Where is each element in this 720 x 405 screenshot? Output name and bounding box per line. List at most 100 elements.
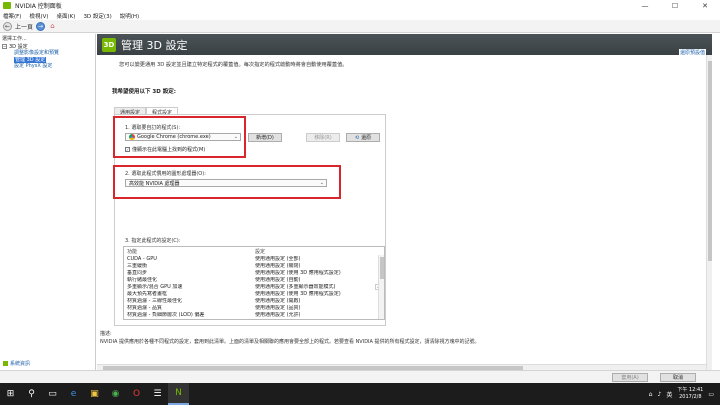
feature-setting: 使用通用設定 (允許) [255,312,301,318]
window-controls: — ☐ ✕ [630,0,720,11]
feature-name: 最大預先寫者畫框 [127,291,168,297]
task-panel: 選擇工作... − 3D 設定 調整影像設定和預覽 管理 3D 設定 設定 Ph… [0,34,96,370]
clock-date: 2017/2/8 [679,394,702,400]
window-title: NVIDIA 控制面板 [15,3,62,10]
clock[interactable]: 下午 12:41 2017/2/8 [677,387,703,401]
forward-icon[interactable]: → [36,21,46,31]
main-vertical-scrollbar[interactable] [706,55,712,370]
close-button[interactable]: ✕ [690,0,720,11]
toolbar: ← 上一頁 → ⌂ [0,20,720,33]
app-icon[interactable]: ☰ [147,383,168,405]
feature-name: 執行緒最佳化 [127,277,158,283]
restore-button-label: 還原 [361,135,372,141]
apply-button[interactable]: 套用(A) [612,373,648,382]
tree-root-3d-settings[interactable]: − 3D 設定 [2,43,95,50]
table-row[interactable]: 垂直同步 使用通用設定 (使用 3D 應用程式設定) [124,270,384,277]
nvidia-taskbar-icon[interactable]: N [168,383,189,405]
task-tree: − 3D 設定 調整影像設定和預覽 管理 3D 設定 設定 PhysX 設定 [0,43,95,70]
description-text: NVIDIA 提供應用於各種不同程式的設定，套用到此清單。上面的清單及相關聯的應… [100,339,480,345]
back-button-label[interactable]: 上一頁 [15,22,33,31]
feature-rows: CUDA - GPU 使用通用設定 (全部) 三重緩衝 使用通用設定 (關閉) 垂直同步… [124,256,384,319]
task-panel-header: 選擇工作... [2,36,27,42]
system-info-link[interactable]: 系統資訊 [3,360,30,367]
maximize-button[interactable]: ☐ [660,0,690,11]
column-setting: 設定 [255,249,266,255]
back-icon[interactable]: ← [3,21,12,31]
feature-setting: 使用通用設定 (多重顯示器效能模式) [255,284,336,290]
feature-setting: 使用通用設定 (品質) [255,305,301,311]
menu-help[interactable]: 說明(H) [120,12,139,20]
taskbar: ⊞ ⚲ ▭ e ▣ ◉ O ☰ N ⌂ ♪ 英 下午 12:41 2017/2/… [0,383,720,405]
action-bar: 套用(A) 取消 [0,370,720,383]
table-row[interactable]: CUDA - GPU 使用通用設定 (全部) [124,256,384,263]
restore-program-button[interactable]: ⟲ 還原 [346,133,380,142]
clock-time: 下午 12:41 [677,387,704,393]
feature-settings-list: 功能 設定 CUDA - GPU 使用通用設定 (全部) 三重緩衝 使用通用設定 (關… [123,246,385,320]
network-icon[interactable]: ⌂ [649,391,653,398]
menu-3d-settings[interactable]: 3D 設定(3) [83,12,111,20]
feature-list-scrollbar[interactable] [378,255,384,319]
tree-item-label: 管理 3D 設定 [14,56,47,63]
page-banner: 3D 管理 3D 設定 [97,34,712,55]
menu-file[interactable]: 檔案(F) [3,12,21,20]
system-info-label: 系統資訊 [10,361,31,367]
restore-defaults-link[interactable]: 還原預設值 [678,49,706,56]
feature-setting: 使用通用設定 (關閉) [255,263,301,269]
search-icon[interactable]: ⚲ [21,383,42,405]
add-program-button[interactable]: 新增(D) [248,133,282,142]
input-language[interactable]: 英 [666,390,672,399]
table-row[interactable]: 材質過濾 - 三線性最佳化 使用通用設定 (開啟) [124,298,384,305]
menu-bar: 檔案(F) 檢視(V) 桌面(K) 3D 設定(3) 說明(H) [0,11,720,20]
feature-setting: 使用通用設定 (使用 3D 應用程式設定) [255,270,341,276]
system-info-icon [3,361,8,366]
notification-icon[interactable]: ▭ [708,391,714,398]
feature-setting: 使用通用設定 (開啟) [255,298,301,304]
file-explorer-icon[interactable]: ▣ [84,383,105,405]
nvidia-3d-icon: 3D [102,37,116,52]
scrollbar-thumb[interactable] [708,61,712,261]
volume-icon[interactable]: ♪ [657,391,661,398]
home-icon[interactable]: ⌂ [48,22,57,31]
table-row[interactable]: 三重緩衝 使用通用設定 (關閉) [124,263,384,270]
highlight-gpu-select [113,165,341,199]
cancel-button[interactable]: 取消 [660,373,696,382]
feature-setting: 使用通用設定 (自動) [255,277,301,283]
opera-icon[interactable]: O [126,383,147,405]
table-row[interactable]: 最大預先寫者畫框 使用通用設定 (使用 3D 應用程式設定) [124,291,384,298]
collapse-icon[interactable]: − [2,44,7,49]
edge-icon[interactable]: e [63,383,84,405]
tree-root-label: 3D 設定 [9,44,28,50]
tree-item-label: 設定 PhysX 設定 [14,63,53,69]
task-view-icon[interactable]: ▭ [42,383,63,405]
remove-program-button[interactable]: 移除(R) [306,133,340,142]
system-tray: ⌂ ♪ 英 下午 12:41 2017/2/8 ▭ [649,383,720,405]
feature-name: 材質過濾 - 品質 [127,305,162,311]
table-row[interactable]: 執行緒最佳化 使用通用設定 (自動) [124,277,384,284]
column-feature: 功能 [127,249,138,255]
nvidia-app-icon [3,2,11,9]
page-description: 您可以變更通用 3D 設定並且建立特定程式的覆蓋值。每次指定的程式啟動時將會自動… [119,62,348,68]
highlight-program-select [113,116,246,158]
feature-name: CUDA - GPU [127,256,157,262]
restore-icon: ⟲ [354,134,360,141]
main-panel: 3D 管理 3D 設定 還原預設值 您可以變更通用 3D 設定並且建立特定程式的… [97,34,712,370]
feature-name: 多重顯示/混合 GPU 加速 [127,284,183,290]
start-icon[interactable]: ⊞ [0,383,21,405]
table-row[interactable]: 材質過濾 - 負細節層次 (LOD) 偏差 使用通用設定 (允許) [124,312,384,319]
feature-name: 材質過濾 - 負細節層次 (LOD) 偏差 [127,312,205,318]
tree-item-label: 調整影像設定和預覽 [14,50,60,56]
feature-name: 材質過濾 - 三線性最佳化 [127,298,182,304]
chrome-taskbar-icon[interactable]: ◉ [105,383,126,405]
title-bar: NVIDIA 控制面板 — ☐ ✕ [0,0,720,11]
section-label: 我希望使用以下 3D 設定: [112,89,176,95]
tree-item-physx[interactable]: 設定 PhysX 設定 [2,63,95,70]
table-row[interactable]: 材質過濾 - 品質 使用通用設定 (品質) [124,305,384,312]
table-row[interactable]: 多重顯示/混合 GPU 加速使用通用設定 (多重顯示器效能模式)⌄ [124,284,384,291]
menu-view[interactable]: 檢視(V) [29,12,48,20]
page-title: 管理 3D 設定 [121,38,188,52]
minimize-button[interactable]: — [630,0,660,11]
menu-desktop[interactable]: 桌面(K) [57,12,76,20]
description-title: 描述: [100,331,112,337]
scrollbar-thumb[interactable] [380,257,384,279]
feature-name: 三重緩衝 [127,263,148,269]
